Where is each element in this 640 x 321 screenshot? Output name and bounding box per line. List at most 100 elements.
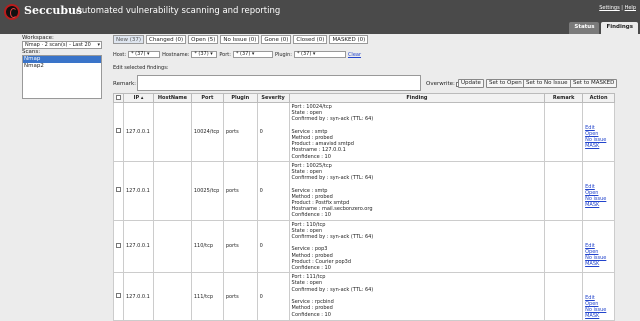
findings-table-body: 127.0.0.1 10024/tcp ports 0 Port : 10024/tcp…: [113, 102, 615, 321]
ip-cell: 127.0.0.1: [123, 160, 154, 221]
action-cell: Edit Open No issue MASK: [582, 160, 615, 221]
port-cell: 111/tcp: [190, 272, 224, 321]
filter-tab-changed[interactable]: Changed (0): [146, 35, 187, 44]
ip-cell: 127.0.0.1: [123, 219, 154, 274]
port-filter-label: Port:: [219, 51, 231, 58]
findings-table: IP ▴ HostName Port Plugin Severity Findi…: [113, 93, 615, 321]
port-cell: 110/tcp: [190, 219, 224, 274]
workspace-value: Nmap · 2 scan(s) - Last 20: [25, 42, 91, 48]
column-header-severity[interactable]: Severity: [256, 93, 290, 103]
mask-link[interactable]: MASK: [585, 261, 612, 267]
filter-tab-new[interactable]: New (37): [113, 35, 145, 44]
workspace-select[interactable]: Nmap · 2 scan(s) - Last 20 ▾: [22, 41, 102, 49]
overwrite-label: Overwrite:: [426, 81, 455, 87]
finding-line: Confidence : 10: [291, 212, 331, 219]
top-links: Settings | Help: [599, 5, 636, 11]
scan-item-nmap2[interactable]: Nmap2: [23, 63, 101, 70]
app-header: Seccubus Automated vulnerability scannin…: [0, 0, 640, 34]
ip-cell: 127.0.0.1: [123, 272, 154, 321]
filter-row: Host: * (37) ▾ Hostname: * (37) ▾ Port: …: [113, 51, 638, 58]
column-header-ip[interactable]: IP ▴: [123, 93, 154, 103]
remark-label: Remark:: [113, 81, 136, 87]
column-header-port[interactable]: Port: [190, 93, 224, 103]
column-header-action: Action: [582, 93, 615, 103]
set-to-open-button[interactable]: Set to Open: [486, 79, 525, 88]
settings-link[interactable]: Settings: [599, 5, 620, 11]
ip-cell: 127.0.0.1: [123, 102, 154, 162]
row-checkbox[interactable]: [116, 242, 121, 248]
plugin-cell: ports: [222, 160, 258, 221]
severity-cell: 0: [256, 219, 290, 274]
port-cell: 10024/tcp: [190, 102, 224, 162]
scan-list[interactable]: Nmap Nmap2: [22, 55, 102, 99]
row-checkbox[interactable]: [116, 128, 121, 134]
row-checkbox[interactable]: [116, 187, 121, 193]
select-all-header: [113, 93, 124, 103]
column-header-remark[interactable]: Remark: [544, 93, 584, 103]
app-name: Seccubus: [24, 4, 83, 17]
chevron-down-icon: ▾: [97, 42, 100, 48]
table-row[interactable]: 127.0.0.1 10025/tcp ports 0 Port : 10025/tcp…: [113, 160, 615, 221]
plugin-cell: ports: [222, 102, 258, 162]
row-select-cell: [113, 160, 124, 221]
host-filter-label: Host:: [113, 51, 127, 58]
action-cell: Edit Open No issue MASK: [582, 102, 615, 162]
remark-cell: [544, 102, 584, 162]
finding-cell: Port : 10025/tcp State : open Confirmed by…: [288, 160, 546, 221]
select-all-checkbox[interactable]: [116, 94, 121, 100]
set-to-no-issue-button[interactable]: Set to No Issue: [523, 79, 571, 88]
severity-cell: 0: [256, 160, 290, 221]
host-filter-select[interactable]: * (37) ▾: [128, 51, 161, 58]
plugin-cell: ports: [222, 272, 258, 321]
sidebar: Workspace: Nmap · 2 scan(s) - Last 20 ▾ …: [22, 35, 104, 99]
row-select-cell: [113, 102, 124, 162]
mask-link[interactable]: MASK: [585, 143, 612, 149]
filter-tab-closed[interactable]: Closed (0): [293, 35, 328, 44]
remark-cell: [544, 160, 584, 221]
hostname-filter-value: * (37): [194, 51, 209, 57]
plugin-cell: ports: [222, 219, 258, 274]
action-cell: Edit Open No issue MASK: [582, 272, 615, 321]
hostname-cell: [152, 102, 192, 162]
table-row[interactable]: 127.0.0.1 111/tcp ports 0 Port : 111/tcp Stat…: [113, 272, 615, 321]
column-header-plugin[interactable]: Plugin: [222, 93, 258, 103]
port-cell: 10025/tcp: [190, 160, 224, 221]
status-filter-tabs: New (37) Changed (0) Open (5) No Issue (…: [113, 35, 638, 44]
hostname-filter-select[interactable]: * (37) ▾: [191, 51, 218, 58]
hostname-cell: [152, 219, 192, 274]
severity-cell: 0: [256, 102, 290, 162]
table-header-row: IP ▴ HostName Port Plugin Severity Findi…: [113, 93, 615, 103]
plugin-filter-select[interactable]: * (37) ▾: [293, 51, 346, 58]
edit-findings-label: Edit selected findings:: [113, 65, 169, 71]
mask-link[interactable]: MASK: [585, 313, 612, 319]
filter-tab-no-issue[interactable]: No Issue (0): [220, 35, 260, 44]
clear-filters-link[interactable]: Clear: [348, 52, 361, 58]
filter-tab-gone[interactable]: Gone (0): [261, 35, 292, 44]
row-checkbox[interactable]: [116, 293, 121, 299]
hostname-filter-label: Hostname:: [162, 51, 190, 58]
finding-line: Confidence : 10: [291, 265, 331, 272]
column-header-finding[interactable]: Finding: [288, 93, 546, 103]
scan-item-nmap[interactable]: Nmap: [23, 56, 101, 63]
table-row[interactable]: 127.0.0.1 110/tcp ports 0 Port : 110/tcp Stat…: [113, 219, 615, 274]
set-to-masked-button[interactable]: Set to MASKED: [570, 79, 618, 88]
column-header-hostname[interactable]: HostName: [152, 93, 192, 103]
update-button[interactable]: Update: [458, 79, 484, 88]
finding-cell: Port : 111/tcp State : open Confirmed by :…: [288, 272, 546, 321]
finding-cell: Port : 10024/tcp State : open Confirmed by…: [288, 102, 546, 162]
filter-tab-masked[interactable]: MASKED (0): [329, 35, 369, 44]
row-select-cell: [113, 272, 124, 321]
remark-textarea[interactable]: [137, 75, 421, 91]
finding-line: Confidence : 10: [291, 311, 331, 318]
help-link[interactable]: Help: [625, 5, 636, 11]
finding-line: Confidence : 10: [291, 153, 331, 160]
seccubus-logo-icon: [4, 4, 20, 20]
port-filter-select[interactable]: * (37) ▾: [232, 51, 273, 58]
table-row[interactable]: 127.0.0.1 10024/tcp ports 0 Port : 10024/tcp…: [113, 102, 615, 162]
remark-cell: [544, 219, 584, 274]
mask-link[interactable]: MASK: [585, 202, 612, 208]
findings-panel: New (37) Changed (0) Open (5) No Issue (…: [113, 33, 638, 93]
filter-tab-open[interactable]: Open (5): [188, 35, 219, 44]
severity-cell: 0: [256, 272, 290, 321]
overwrite-control: Overwrite:: [426, 81, 461, 87]
